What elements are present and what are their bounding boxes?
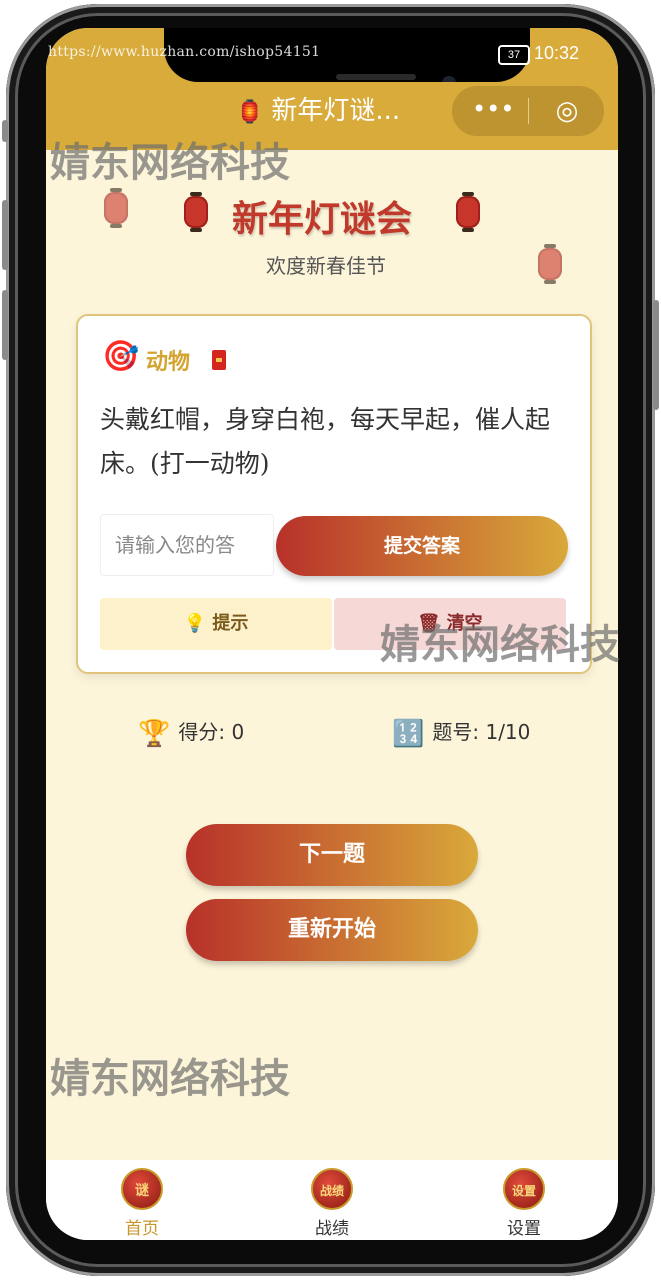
riddle-text: 头戴红帽，身穿白袍，每天早起，催人起床。(打一动物) bbox=[100, 405, 551, 478]
stats-row: 🏆 得分: 0 🔢 题号: 1/10 bbox=[46, 712, 618, 752]
tab-settings-label: 设置 bbox=[507, 1219, 541, 1239]
hint-label: 提示 bbox=[212, 613, 249, 634]
tab-bar: 谜 首页 战绩 战绩 设置 设置 bbox=[46, 1160, 618, 1240]
lantern-decoration bbox=[184, 192, 208, 232]
watermark-url: https://www.huzhan.com/ishop54151 bbox=[48, 44, 321, 60]
red-envelope-icon bbox=[212, 350, 226, 370]
tab-home-label: 首页 bbox=[125, 1219, 159, 1239]
close-icon[interactable]: ◎ bbox=[552, 96, 582, 126]
next-question-button[interactable]: 下一题 bbox=[186, 824, 478, 886]
answer-input[interactable] bbox=[100, 514, 274, 576]
records-icon: 战绩 bbox=[311, 1168, 353, 1210]
tab-settings[interactable]: 设置 设置 bbox=[464, 1168, 584, 1239]
phone-power-button bbox=[653, 300, 659, 410]
lantern-decoration bbox=[104, 188, 128, 228]
trophy-icon: 🏆 bbox=[138, 718, 171, 749]
phone-side-button bbox=[2, 120, 8, 142]
submit-answer-button[interactable]: 提交答案 bbox=[276, 516, 568, 576]
more-icon[interactable]: ••• bbox=[472, 94, 514, 124]
status-time: 10:32 bbox=[534, 43, 580, 63]
score-stat: 🏆 得分: 0 bbox=[138, 712, 244, 752]
lantern-icon: 🏮 bbox=[236, 100, 264, 125]
nav-title: 🏮 新年灯谜... bbox=[236, 90, 400, 127]
lantern-decoration bbox=[456, 192, 480, 232]
tab-records-label: 战绩 bbox=[315, 1219, 349, 1239]
home-riddle-icon: 谜 bbox=[121, 1168, 163, 1210]
target-icon: 🎯 bbox=[102, 339, 140, 374]
battery-indicator: 37 bbox=[498, 45, 530, 65]
page-title: 新年灯谜会 bbox=[232, 199, 413, 240]
phone-volume-down bbox=[2, 290, 8, 360]
lantern-decoration bbox=[538, 244, 562, 284]
hint-button[interactable]: 💡 提示 bbox=[100, 598, 332, 650]
category-label: 动物 bbox=[146, 350, 191, 375]
nav-title-text: 新年灯谜... bbox=[271, 96, 401, 126]
question-number-stat: 🔢 题号: 1/10 bbox=[392, 712, 530, 752]
settings-icon: 设置 bbox=[503, 1168, 545, 1210]
lightbulb-icon: 💡 bbox=[183, 613, 207, 634]
question-number-text: 题号: 1/10 bbox=[432, 720, 531, 744]
watermark-text: 婧东网络科技 bbox=[50, 140, 290, 186]
score-text: 得分: 0 bbox=[178, 720, 245, 744]
watermark-text: 婧东网络科技 bbox=[380, 622, 620, 668]
numbers-icon: 🔢 bbox=[392, 718, 425, 749]
speaker bbox=[336, 74, 416, 80]
page-subtitle: 欢度新春佳节 bbox=[266, 254, 386, 278]
capsule-divider bbox=[528, 98, 529, 124]
tab-records[interactable]: 战绩 战绩 bbox=[272, 1168, 392, 1239]
tab-home[interactable]: 谜 首页 bbox=[82, 1168, 202, 1239]
phone-volume-up bbox=[2, 200, 8, 270]
watermark-text: 婧东网络科技 bbox=[50, 1056, 290, 1102]
restart-button[interactable]: 重新开始 bbox=[186, 899, 478, 961]
mini-program-capsule: ••• ◎ bbox=[452, 86, 604, 136]
